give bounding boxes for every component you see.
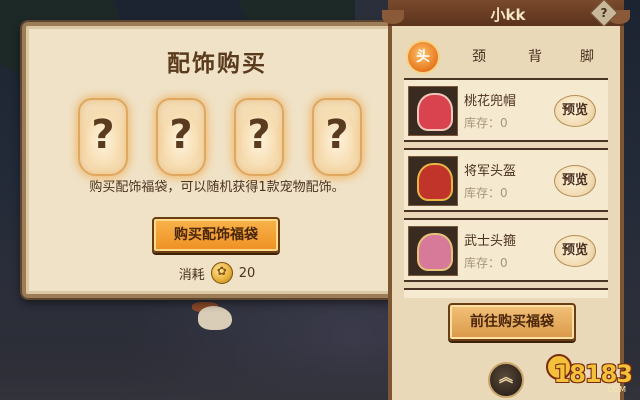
mystery-accessory-slot: ? [226,90,292,182]
double-chevron-up-icon[interactable]: ︽ [488,362,524,398]
accessory-list: 桃花兜帽 库存：0 预览 将军头盔 库存：0 预览 武士头箍 库存：0 预览 [404,78,608,298]
buy-accessory-bag-button[interactable]: 购买配饰福袋 [152,217,280,253]
list-item-partial [404,288,608,298]
tab-back[interactable]: 背 [518,40,552,74]
goto-buy-bag-button[interactable]: 前往购买福袋 [448,303,576,341]
item-thumbnail [408,156,458,206]
preview-button[interactable]: 预览 [554,235,596,267]
mystery-accessory-slot: ? [70,90,136,182]
dialog-title: 配饰购买 [167,51,267,77]
preview-button[interactable]: 预览 [554,95,596,127]
mystery-accessory-row: ? ? ? ? [70,90,370,190]
question-mark-icon: ? [247,112,271,158]
coin-icon [210,262,233,284]
panel-body: 头 颈 背 脚 桃花兜帽 库存：0 预览 将军头盔 库存：0 预览 武士头箍 库… [388,26,624,400]
list-item[interactable]: 将军头盔 库存：0 预览 [404,148,608,212]
tab-neck[interactable]: 颈 [462,40,496,74]
list-item[interactable]: 桃花兜帽 库存：0 预览 [404,78,608,142]
accessory-slot-tabs: 头 颈 背 脚 [402,40,612,74]
item-name: 将军头盔 [464,164,517,179]
dialog-description: 购买配饰福袋，可以随机获得1款宠物配饰。 [89,180,345,195]
item-name: 桃花兜帽 [464,94,517,109]
preview-button[interactable]: 预览 [554,165,596,197]
item-name: 武士头箍 [464,234,517,249]
cost-row: 消耗 20 [26,262,408,284]
cost-label: 消耗 [178,267,205,283]
item-stock: 库存：0 [464,186,508,200]
list-item[interactable]: 武士头箍 库存：0 预览 [404,218,608,282]
question-mark-icon: ? [91,112,115,158]
tab-feet[interactable]: 脚 [570,40,604,74]
helmet-icon [417,163,453,201]
pet-character [192,298,238,332]
site-watermark-logo: 18183 .COM [546,354,633,394]
item-thumbnail [408,86,458,136]
panel-header: 小kk ? [382,0,630,28]
headband-icon [417,233,453,271]
watermark-text: 18183 [553,360,633,388]
cost-value: 20 [238,265,256,281]
item-stock: 库存：0 [464,256,508,270]
mystery-accessory-slot: ? [304,90,370,182]
player-name: 小kk [490,6,526,24]
question-mark-icon: ? [325,112,349,158]
question-mark-icon: ? [169,112,193,158]
tab-head[interactable]: 头 [406,40,440,74]
accessory-purchase-dialog: 配饰购买 ? ? ? ? 购买配饰福袋，可以随机获得1款宠物配饰。 购买配饰福袋… [22,22,412,298]
item-thumbnail [408,226,458,276]
accessory-panel: 小kk ? 头 颈 背 脚 桃花兜帽 库存：0 预览 将军头盔 库存：0 预览 … [382,0,630,400]
mystery-accessory-slot: ? [148,90,214,182]
item-stock: 库存：0 [464,116,508,130]
hood-icon [417,93,453,131]
watermark-sub: .COM [604,385,626,394]
